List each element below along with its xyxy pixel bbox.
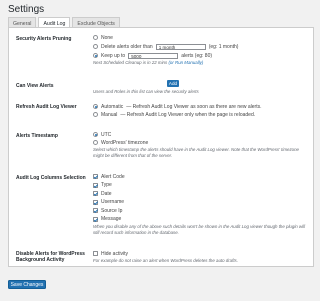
page-title: Settings xyxy=(8,4,45,15)
timestamp-utc-row: UTC xyxy=(93,131,111,138)
column-alert-code-row: Alert Code xyxy=(93,173,125,180)
timestamp-label: Alerts Timestamp xyxy=(16,133,58,139)
column-source-ip-checkbox[interactable] xyxy=(93,208,98,213)
next-cleanup-note: Next Scheduled Cleanup is in 22 mins (or… xyxy=(93,60,309,66)
column-alert-code-label: Alert Code xyxy=(101,173,125,180)
refresh-auto-row: Automatic — Refresh Audit Log Viewer as … xyxy=(93,103,262,110)
column-message-label: Message xyxy=(101,216,122,222)
timestamp-desc: Select which timestamp the alerts should… xyxy=(93,147,299,158)
column-username-checkbox[interactable] xyxy=(93,199,98,205)
settings-panel: Security Alerts Pruning None Delete aler… xyxy=(8,27,314,267)
column-username-row: Username xyxy=(93,199,124,206)
keep-count-input[interactable]: 5000 xyxy=(128,52,179,59)
column-date-checkbox[interactable] xyxy=(93,191,98,196)
pruning-none-radio[interactable] xyxy=(93,35,98,40)
hide-activity-checkbox[interactable] xyxy=(93,251,98,256)
add-viewer-button[interactable]: Add xyxy=(167,80,179,87)
pruning-keep-radio[interactable] xyxy=(93,53,98,58)
pruning-keep-label: Keep up to xyxy=(101,52,126,59)
columns-desc: When you disable any of the above such d… xyxy=(93,224,306,235)
next-cleanup-text: Next Scheduled Cleanup is in 22 mins xyxy=(93,60,168,65)
column-source-ip-label: Source Ip xyxy=(101,207,123,214)
delete-age-hint: (eg: 1 month) xyxy=(208,43,239,50)
column-source-ip-row: Source Ip xyxy=(93,207,122,214)
column-alert-code-checkbox[interactable] xyxy=(93,174,98,179)
pruning-label: Security Alerts Pruning xyxy=(16,36,72,42)
timestamp-wp-row: WordPress' timezone xyxy=(93,139,148,146)
run-manually-link[interactable]: (or Run Manually) xyxy=(168,60,203,65)
refresh-manual-desc: — Refresh Audit Log Viewer only when the… xyxy=(120,111,256,118)
timestamp-utc-radio[interactable] xyxy=(93,132,98,137)
refresh-manual-label: Manual xyxy=(101,111,118,118)
timestamp-utc-label: UTC xyxy=(101,131,112,138)
hide-activity-label: Hide activity xyxy=(101,250,128,257)
column-message-checkbox[interactable] xyxy=(93,216,98,222)
column-message-row: Message xyxy=(93,216,121,223)
column-type-label: Type xyxy=(101,182,112,188)
refresh-auto-label: Automatic xyxy=(101,103,124,110)
pruning-none-label: None xyxy=(101,34,113,41)
column-type-row: Type xyxy=(93,182,112,189)
can-view-label: Can View Alerts xyxy=(16,83,54,89)
columns-label: Audit Log Columns Selection xyxy=(16,175,86,181)
refresh-manual-row: Manual — Refresh Audit Log Viewer only w… xyxy=(93,111,255,118)
tab-general[interactable]: General xyxy=(8,17,37,27)
pruning-keep-row: Keep up to 5000 alerts (eg: 80) xyxy=(93,52,212,59)
column-username-label: Username xyxy=(101,199,125,205)
timestamp-wp-label: WordPress' timezone xyxy=(101,139,149,146)
refresh-manual-radio[interactable] xyxy=(93,112,98,117)
can-view-desc: Users and Roles in this list can view th… xyxy=(93,89,199,94)
pruning-none-row: None xyxy=(93,34,113,41)
pruning-delete-radio[interactable] xyxy=(93,44,98,49)
keep-count-suffix: alerts (eg: 80) xyxy=(181,52,213,59)
pruning-delete-row: Delete alerts older than 1 month (eg: 1 … xyxy=(93,43,238,50)
timestamp-wp-radio[interactable] xyxy=(93,140,98,145)
refresh-label: Refresh Audit Log Viewer xyxy=(16,104,77,110)
tab-exclude-objects[interactable]: Exclude Objects xyxy=(72,17,120,27)
pruning-delete-label: Delete alerts older than xyxy=(101,43,153,50)
column-date-row: Date xyxy=(93,190,112,197)
column-type-checkbox[interactable] xyxy=(93,182,98,188)
disable-background-label: Disable Alerts for WordPress Background … xyxy=(16,251,85,263)
column-date-label: Date xyxy=(101,190,112,197)
delete-age-input[interactable]: 1 month xyxy=(155,43,206,50)
refresh-auto-desc: — Refresh Audit Log Viewer as soon as th… xyxy=(126,103,262,110)
hide-activity-row: Hide activity xyxy=(93,250,128,257)
save-changes-button[interactable]: Save Changes xyxy=(8,280,46,289)
disable-background-desc: For example do not raise an alert when W… xyxy=(93,258,238,263)
refresh-auto-radio[interactable] xyxy=(93,104,98,109)
